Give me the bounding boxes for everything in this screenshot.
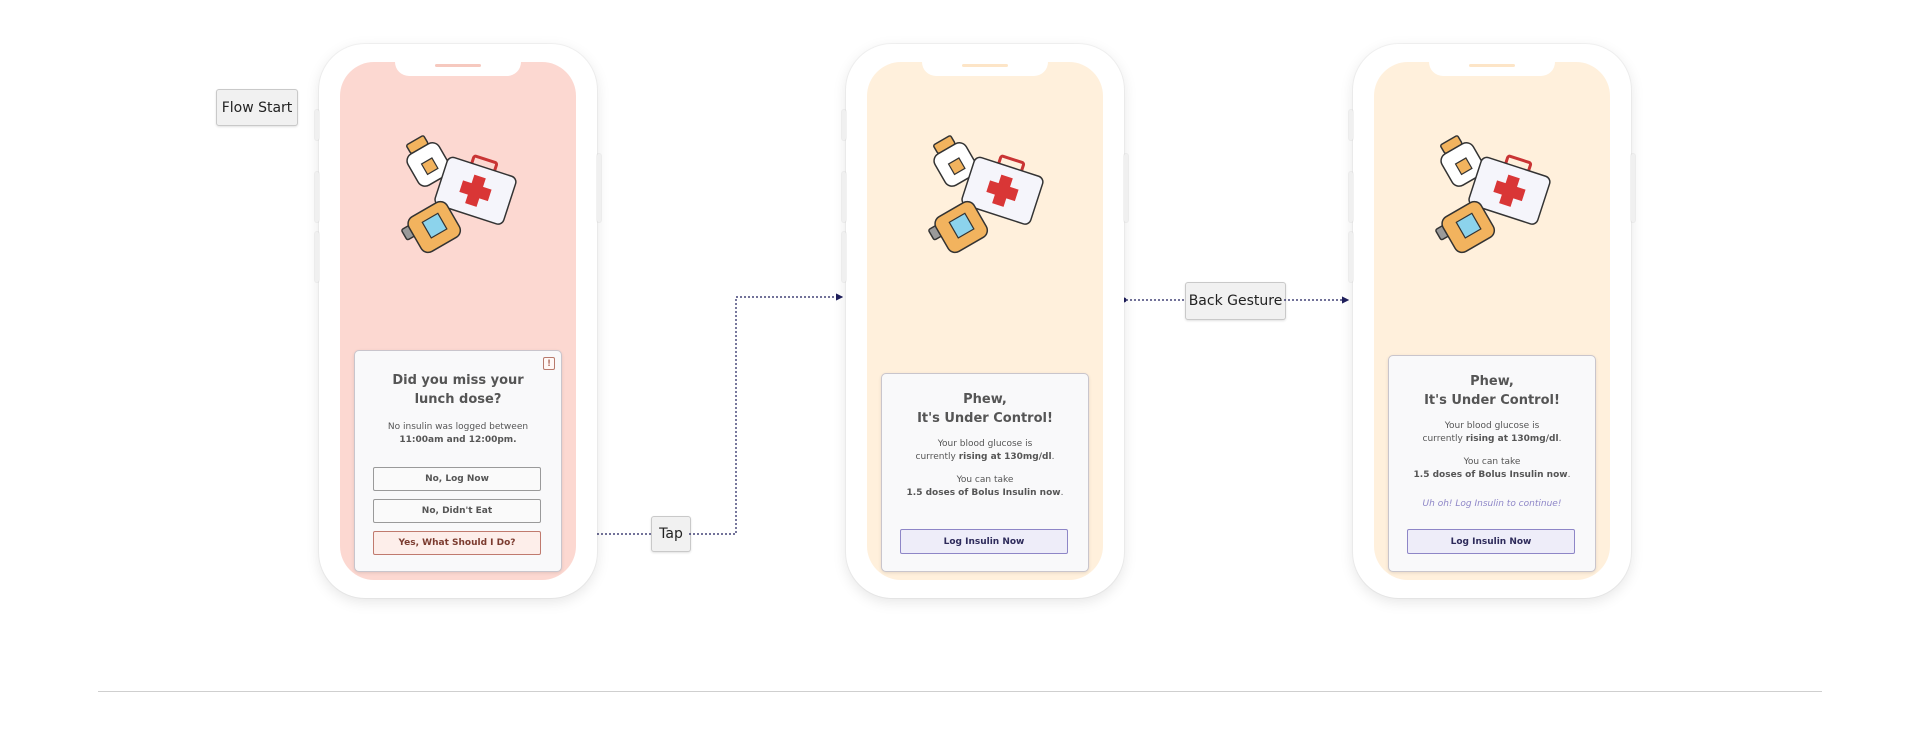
medical-illustration — [928, 135, 1044, 254]
alert-icon: ! — [543, 357, 555, 370]
phone-3: Phew, It's Under Control! Your blood glu… — [1349, 44, 1635, 598]
log-now-button[interactable]: No, Log Now — [373, 467, 541, 491]
phone-side-button — [1349, 110, 1353, 140]
continue-hint: Uh oh! Log Insulin to continue! — [1422, 499, 1562, 509]
didnt-eat-button[interactable]: No, Didn't Eat — [373, 499, 541, 523]
phone-side-button — [1349, 232, 1353, 282]
phone-notch — [1429, 62, 1555, 76]
phone-side-button — [315, 232, 319, 282]
screen-under-control: Phew, It's Under Control! Your blood glu… — [867, 62, 1103, 580]
phone-side-button — [842, 232, 846, 282]
log-insulin-button[interactable]: Log Insulin Now — [1407, 529, 1575, 554]
phone-notch — [922, 62, 1048, 76]
medical-illustration — [1435, 135, 1551, 254]
phone-side-button — [842, 172, 846, 222]
screen-missed-dose: ! Did you miss your lunch dose? No insul… — [340, 62, 576, 580]
phone-side-button — [315, 110, 319, 140]
phone-1: ! Did you miss your lunch dose? No insul… — [315, 44, 601, 598]
section-divider — [98, 691, 1822, 692]
what-should-i-do-button[interactable]: Yes, What Should I Do? — [373, 531, 541, 555]
card-title: Did you miss your lunch dose? — [392, 373, 524, 407]
back-connector — [1121, 296, 1350, 304]
phone-power-button — [1124, 154, 1128, 222]
phone-notch — [395, 62, 521, 76]
phone-side-button — [842, 110, 846, 140]
glucose-text: Your blood glucose is currently rising a… — [1422, 421, 1562, 444]
card-title: Phew, It's Under Control! — [1424, 374, 1560, 408]
dose-text: You can take 1.5 doses of Bolus Insulin … — [906, 475, 1064, 498]
glucose-text: Your blood glucose is currently rising a… — [915, 439, 1055, 462]
under-control-card: Phew, It's Under Control! Your blood glu… — [1388, 355, 1596, 572]
phone-side-button — [1349, 172, 1353, 222]
card-title: Phew, It's Under Control! — [917, 392, 1053, 426]
medical-illustration — [401, 135, 517, 254]
phone-2: Phew, It's Under Control! Your blood glu… — [842, 44, 1128, 598]
phone-power-button — [597, 154, 601, 222]
dose-text: You can take 1.5 doses of Bolus Insulin … — [1413, 457, 1571, 480]
log-insulin-button[interactable]: Log Insulin Now — [900, 529, 1068, 554]
screen-under-control-blocked: Phew, It's Under Control! Your blood glu… — [1374, 62, 1610, 580]
missed-dose-card: ! Did you miss your lunch dose? No insul… — [354, 350, 562, 572]
phone-side-button — [315, 172, 319, 222]
card-description: No insulin was logged between 11:00am an… — [387, 422, 529, 445]
under-control-card: Phew, It's Under Control! Your blood glu… — [881, 373, 1089, 572]
phone-power-button — [1631, 154, 1635, 222]
